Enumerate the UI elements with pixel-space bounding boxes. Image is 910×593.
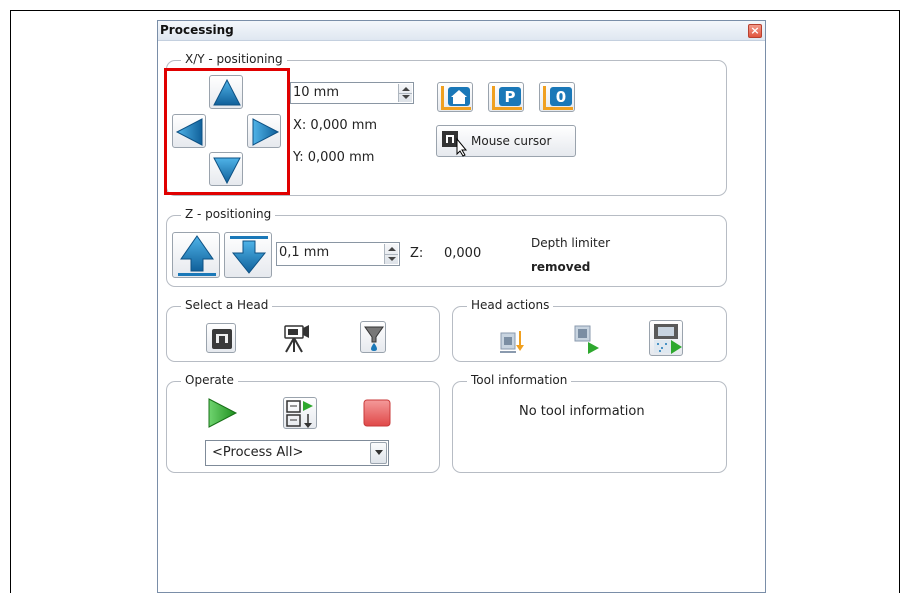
head-lower-icon <box>500 331 524 353</box>
z-position-value: 0,000 <box>444 246 482 261</box>
head-router-button[interactable] <box>206 323 236 353</box>
tool-information-message: No tool information <box>519 404 645 419</box>
start-button[interactable] <box>206 397 238 429</box>
z-step-value: 0,1 mm <box>279 245 330 260</box>
directional-pad-highlight <box>164 68 290 195</box>
head-execute-icon <box>574 325 599 354</box>
svg-text:P: P <box>505 88 516 106</box>
xy-step-value: 10 mm <box>293 85 340 100</box>
spinner-arrows[interactable] <box>398 84 412 102</box>
close-button[interactable]: × <box>748 24 762 38</box>
head-lower-button[interactable] <box>498 325 526 355</box>
head-execute-area-icon <box>654 324 682 354</box>
window-title: Processing <box>160 23 234 37</box>
head-execute-area-button[interactable] <box>649 320 683 356</box>
z-down-button[interactable] <box>224 232 272 278</box>
xy-step-spinner[interactable]: 10 mm <box>290 82 414 104</box>
stop-button[interactable] <box>362 398 392 428</box>
zero-position-button[interactable]: 0 <box>539 82 575 112</box>
operate-legend: Operate <box>181 373 238 387</box>
tool-information-legend: Tool information <box>467 373 572 387</box>
svg-text:0: 0 <box>556 88 566 106</box>
camera-head-icon <box>284 325 309 353</box>
y-position-readout: Y: 0,000 mm <box>293 150 375 165</box>
home-position-button[interactable] <box>437 82 473 112</box>
mouse-cursor-button[interactable]: Mouse cursor <box>436 125 576 157</box>
z-positioning-legend: Z - positioning <box>181 207 276 221</box>
step-run-icon <box>286 400 313 428</box>
router-head-icon <box>212 329 232 349</box>
select-head-legend: Select a Head <box>181 298 273 312</box>
close-icon: × <box>750 24 760 37</box>
step-run-button[interactable] <box>283 397 317 429</box>
z-down-arrow-icon <box>230 236 268 274</box>
title-bar: Processing × <box>158 21 765 41</box>
spinner-arrows[interactable] <box>384 244 398 264</box>
chevron-down-icon[interactable] <box>370 442 387 464</box>
depth-limiter-label: Depth limiter <box>531 236 611 250</box>
head-actions-legend: Head actions <box>467 298 554 312</box>
x-position-readout: X: 0,000 mm <box>293 118 378 133</box>
xy-positioning-legend: X/Y - positioning <box>181 52 287 66</box>
z-position-label: Z: <box>410 246 424 261</box>
z-up-arrow-icon <box>178 235 216 276</box>
mouse-cursor-icon <box>442 131 468 157</box>
play-icon <box>208 398 238 428</box>
home-icon <box>441 86 471 110</box>
stop-icon <box>363 399 391 427</box>
mouse-cursor-label: Mouse cursor <box>471 134 552 148</box>
depth-limiter-state: removed <box>531 260 591 274</box>
head-camera-button[interactable] <box>281 322 311 354</box>
z-step-spinner[interactable]: 0,1 mm <box>276 242 400 266</box>
process-mode-dropdown[interactable]: <Process All> <box>205 440 389 466</box>
park-position-button[interactable]: P <box>488 82 524 112</box>
head-execute-button[interactable] <box>572 322 602 354</box>
dispenser-head-icon <box>364 326 384 351</box>
process-mode-value: <Process All> <box>212 445 304 460</box>
park-icon: P <box>492 86 522 110</box>
head-dispenser-button[interactable] <box>360 321 386 353</box>
zero-point-icon: 0 <box>543 86 573 110</box>
tool-information-group: Tool information <box>452 373 727 473</box>
z-up-button[interactable] <box>172 232 220 278</box>
